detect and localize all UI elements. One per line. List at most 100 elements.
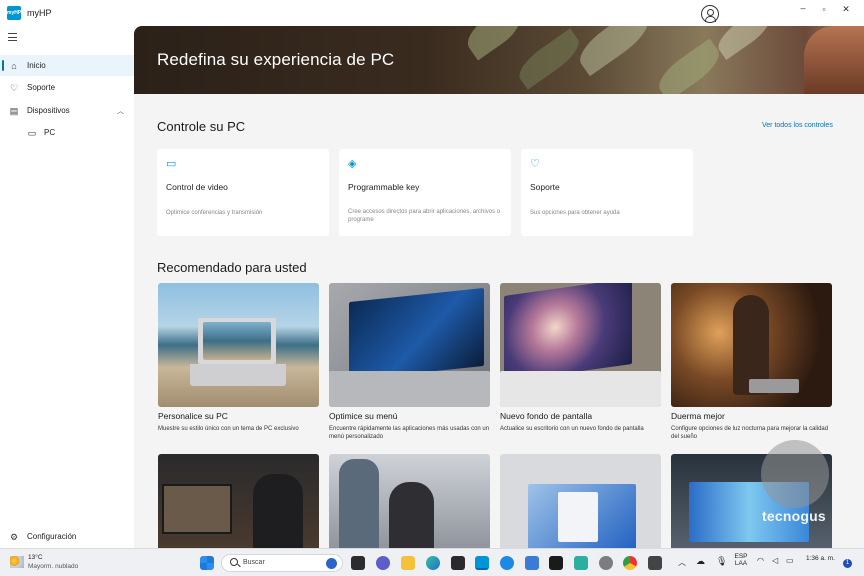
card-title: Programmable key (348, 182, 420, 192)
card-desc: Optimice conferencias y transmisión (166, 210, 263, 216)
notification-badge[interactable]: 1 (843, 559, 852, 568)
windows-start-icon[interactable] (200, 556, 214, 570)
sidebar-item-pc[interactable]: ▭ PC (0, 122, 134, 143)
rec-desc: Encuentre rápidamente las aplicaciones m… (329, 426, 490, 440)
hero-person-image (804, 26, 864, 94)
teams-icon[interactable] (376, 556, 390, 570)
settings-icon[interactable] (599, 556, 613, 570)
myhp-logo-icon: myHP (7, 6, 21, 20)
hero-leaf-decoration (712, 26, 776, 61)
recommended-section-title: Recomendado para usted (157, 260, 307, 275)
sidebar-item-soporte[interactable]: ♡ Soporte (0, 77, 134, 98)
store-icon[interactable] (451, 556, 465, 570)
sidebar-item-configuracion[interactable]: ⚙ Configuración (0, 526, 134, 547)
card-title: Control de video (166, 182, 228, 192)
account-icon[interactable] (701, 5, 719, 23)
control-card-soporte[interactable]: ♡ Soporte Sus opciones para obtener ayud… (521, 149, 693, 236)
control-card-programmable-key[interactable]: ◈ Programmable key Cree accesos directos… (339, 149, 511, 236)
language-code: ESP (734, 553, 748, 560)
devices-icon: ▤ (9, 105, 19, 116)
clock[interactable]: 1:36 a. m. (806, 555, 835, 562)
myhp-window: myHP myHP – ▫ ✕ ⌂ Inicio ♡ Soporte ▤ Dis… (0, 0, 864, 548)
person-silhouette (389, 482, 434, 548)
sidebar-item-label: Dispositivos (27, 106, 70, 115)
recommended-card-image-5[interactable] (158, 454, 319, 548)
support-icon: ♡ (530, 158, 540, 170)
weather-desc[interactable]: Mayorm. nublado (28, 563, 78, 570)
laptop-icon: ▭ (27, 127, 37, 138)
app-icon[interactable] (648, 556, 662, 570)
controls-section-title: Controle su PC (157, 119, 246, 134)
gear-icon: ⚙ (9, 531, 19, 542)
menu-icon[interactable] (8, 33, 17, 41)
hero-leaf-decoration (652, 38, 726, 94)
personalize-image (158, 283, 319, 407)
recommended-card-menu[interactable]: Optimice su menú Encuentre rápidamente l… (329, 283, 490, 448)
edge-icon[interactable] (426, 556, 440, 570)
app-title: myHP (27, 8, 52, 18)
rec-title: Duerma mejor (671, 411, 725, 421)
control-card-video[interactable]: ▭ Control de video Optimice conferencias… (157, 149, 329, 236)
person-silhouette (339, 459, 379, 548)
wallpaper-image (500, 283, 661, 407)
laptop-keyboard (329, 371, 490, 407)
laptop-screen (203, 322, 271, 360)
hero-title: Redefina su experiencia de PC (157, 50, 395, 69)
hero-banner: Redefina su experiencia de PC (134, 26, 864, 94)
weather-icon[interactable] (10, 556, 24, 568)
recommended-card-image-6[interactable] (329, 454, 490, 548)
home-icon: ⌂ (11, 60, 17, 71)
search-icon (230, 558, 238, 566)
chevron-up-icon[interactable]: ︿ (678, 557, 686, 568)
main-content: Redefina su experiencia de PC Controle s… (134, 26, 864, 548)
taskbar-search[interactable]: Buscar (221, 554, 343, 572)
recommended-card-sleep[interactable]: Duerma mejor Configure opciones de luz n… (671, 283, 832, 448)
sidebar-item-label: Configuración (27, 532, 77, 541)
myhp-taskbar-icon[interactable] (475, 556, 489, 570)
menu-image (329, 283, 490, 407)
app-icon[interactable] (549, 556, 563, 570)
weather-temp[interactable]: 13°C (28, 554, 43, 561)
task-view-icon[interactable] (351, 556, 365, 570)
rec-desc: Configure opciones de luz nocturna para … (671, 426, 829, 440)
battery-icon[interactable]: ▭ (786, 556, 794, 565)
rec-title: Personalice su PC (158, 411, 228, 421)
volume-icon[interactable]: ◁ (772, 556, 778, 565)
cloud-icon[interactable]: ☁ (696, 556, 705, 567)
sidebar-item-label: Inicio (27, 61, 46, 70)
minimize-button[interactable]: – (795, 3, 811, 13)
sidebar-item-inicio[interactable]: ⌂ Inicio (0, 55, 134, 76)
sidebar-item-label: PC (44, 128, 56, 137)
nebula-screen (504, 283, 632, 382)
maximize-button[interactable]: ▫ (816, 4, 832, 14)
taskbar: 13°C Mayorm. nublado Buscar ︿ ☁ 🎙 ESP LA… (0, 548, 864, 576)
help-icon[interactable] (500, 556, 514, 570)
recommended-card-personalize[interactable]: Personalice su PC Muestre su estilo únic… (158, 283, 319, 448)
hero-leaf-decoration (512, 28, 586, 90)
close-button[interactable]: ✕ (838, 4, 854, 15)
monitor-image (162, 484, 232, 534)
wifi-icon[interactable]: ◠ (757, 556, 764, 565)
app-icon[interactable] (525, 556, 539, 570)
key-icon: ◈ (348, 158, 357, 170)
sleep-image (671, 283, 832, 407)
view-all-controls-link[interactable]: Ver todos los controles (762, 122, 833, 129)
app-icon[interactable] (574, 556, 588, 570)
card-title: Soporte (530, 182, 560, 192)
start-menu-panel (558, 492, 598, 542)
title-bar: myHP myHP – ▫ ✕ (0, 0, 864, 26)
chevron-up-icon[interactable]: ︿ (117, 106, 124, 116)
start-menu-screen (349, 287, 484, 381)
card-desc: Cree accesos directos para abrir aplicac… (348, 209, 501, 223)
file-explorer-icon[interactable] (401, 556, 415, 570)
sidebar-item-dispositivos[interactable]: ▤ Dispositivos ︿ (0, 100, 134, 121)
recommended-card-image-7[interactable] (500, 454, 661, 548)
laptop-image (749, 379, 799, 393)
bing-icon[interactable] (326, 558, 337, 569)
recommended-card-wallpaper[interactable]: Nuevo fondo de pantalla Actualice su esc… (500, 283, 661, 448)
sidebar-item-label: Soporte (27, 83, 56, 92)
chrome-icon[interactable] (623, 556, 637, 570)
microphone-icon[interactable]: 🎙 (716, 556, 727, 567)
language-indicator[interactable]: ESP LAA (734, 553, 748, 567)
search-placeholder: Buscar (243, 559, 265, 566)
